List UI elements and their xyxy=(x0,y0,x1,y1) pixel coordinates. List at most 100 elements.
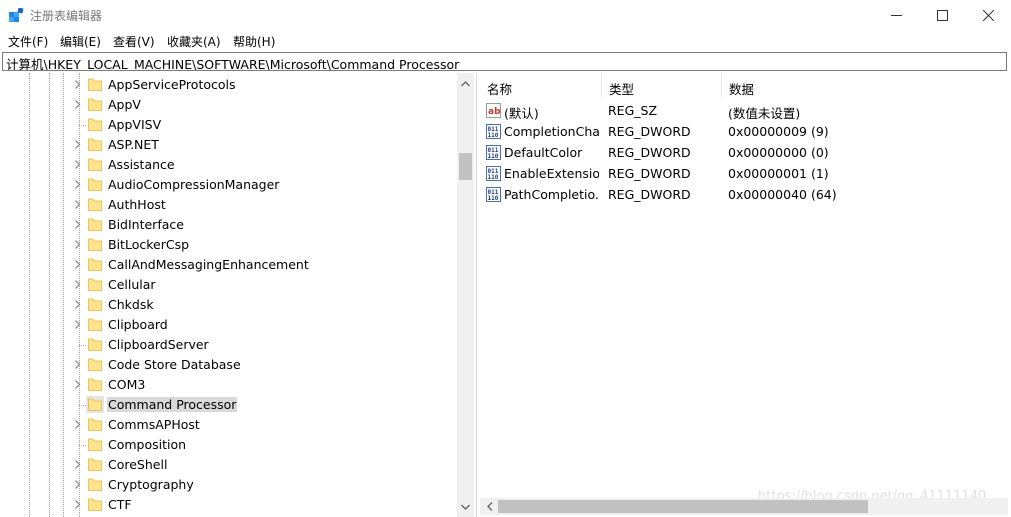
tree-item-label: COM3 xyxy=(108,377,146,392)
tree-item[interactable]: ClipboardServer xyxy=(1,335,457,355)
tree-item[interactable]: AuthHost xyxy=(1,195,457,215)
scroll-left-button[interactable] xyxy=(481,498,498,515)
tree-item[interactable]: Composition xyxy=(1,435,457,455)
chevron-right-icon[interactable] xyxy=(73,260,82,269)
menu-favorites[interactable]: 收藏夹(A) xyxy=(167,33,221,50)
chevron-right-icon[interactable] xyxy=(73,300,82,309)
menu-edit[interactable]: 编辑(E) xyxy=(60,33,101,50)
menu-file[interactable]: 文件(F) xyxy=(8,33,48,50)
registry-tree[interactable]: AppServiceProtocols AppV AppVISV ASP.NET Ass… xyxy=(1,73,477,517)
tree-item[interactable]: BidInterface xyxy=(1,215,457,235)
column-header-type-label: 类型 xyxy=(609,82,635,97)
folder-icon xyxy=(88,238,102,251)
value-type: REG_DWORD xyxy=(608,187,691,202)
value-row[interactable]: 011110EnableExtensio... REG_DWORD 0x000000… xyxy=(480,163,1008,184)
tree-item-label: Composition xyxy=(108,437,187,452)
tree-item[interactable]: CoreShell xyxy=(1,455,457,475)
chevron-left-icon xyxy=(486,502,492,511)
tree-item-label: Command Processor xyxy=(107,397,238,412)
scroll-down-button[interactable] xyxy=(457,498,474,515)
chevron-right-icon[interactable] xyxy=(73,420,82,429)
column-header-data-label: 数据 xyxy=(729,82,755,97)
minimize-icon xyxy=(890,15,902,16)
tree-item[interactable]: Assistance xyxy=(1,155,457,175)
folder-icon xyxy=(88,118,102,131)
scroll-up-button[interactable] xyxy=(457,75,474,92)
tree-item[interactable]: CTF xyxy=(1,495,457,515)
tree-item-label: CallAndMessagingEnhancement xyxy=(108,257,309,272)
values-scroll-thumb[interactable] xyxy=(498,500,868,513)
value-name: DefaultColor xyxy=(504,145,583,160)
string-value-icon: ab xyxy=(486,103,501,118)
tree-item[interactable]: AppVISV xyxy=(1,115,457,135)
tree-item[interactable]: AppServiceProtocols xyxy=(1,75,457,95)
value-type: REG_DWORD xyxy=(608,166,691,181)
maximize-button[interactable] xyxy=(919,0,965,31)
value-name: (默认) xyxy=(504,106,539,121)
tree-item[interactable]: Clipboard xyxy=(1,315,457,335)
menu-view[interactable]: 查看(V) xyxy=(113,33,155,50)
chevron-right-icon[interactable] xyxy=(73,140,82,149)
tree-item-label: ASP.NET xyxy=(108,137,159,152)
value-row[interactable]: ab (默认) REG_SZ (数值未设置) xyxy=(480,100,1008,121)
tree-item[interactable]: Code Store Database xyxy=(1,355,457,375)
address-bar[interactable]: 计算机\HKEY_LOCAL_MACHINE\SOFTWARE\Microsof… xyxy=(2,52,1007,71)
value-type: REG_SZ xyxy=(608,103,658,118)
tree-item[interactable]: AppV xyxy=(1,95,457,115)
chevron-right-icon[interactable] xyxy=(73,500,82,509)
tree-connector xyxy=(79,445,86,446)
values-horizontal-scrollbar[interactable] xyxy=(480,498,1008,515)
chevron-right-icon[interactable] xyxy=(73,460,82,469)
chevron-right-icon[interactable] xyxy=(73,100,82,109)
tree-item[interactable]: ASP.NET xyxy=(1,135,457,155)
chevron-right-icon[interactable] xyxy=(73,160,82,169)
tree-item-label: ClipboardServer xyxy=(108,337,209,352)
column-header-data[interactable]: 数据 xyxy=(722,73,1008,97)
tree-item-label: AudioCompressionManager xyxy=(108,177,280,192)
svg-text:110: 110 xyxy=(488,153,499,160)
menu-help[interactable]: 帮助(H) xyxy=(233,33,275,50)
svg-text:ab: ab xyxy=(488,107,501,117)
tree-item[interactable]: CallAndMessagingEnhancement xyxy=(1,255,457,275)
chevron-right-icon[interactable] xyxy=(73,240,82,249)
value-row[interactable]: 011 110 CompletionChar REG_DWORD 0x00000009 … xyxy=(480,121,1008,142)
chevron-right-icon[interactable] xyxy=(73,320,82,329)
tree-item[interactable]: CommsAPHost xyxy=(1,415,457,435)
folder-icon xyxy=(88,498,102,511)
chevron-right-icon[interactable] xyxy=(73,200,82,209)
chevron-right-icon[interactable] xyxy=(73,380,82,389)
column-header-type[interactable]: 类型 xyxy=(602,73,722,97)
tree-item-label: CTF xyxy=(108,497,132,512)
chevron-right-icon[interactable] xyxy=(73,180,82,189)
close-button[interactable] xyxy=(965,0,1011,31)
chevron-up-icon xyxy=(461,80,470,86)
tree-item-label: AppV xyxy=(108,97,141,112)
chevron-right-icon[interactable] xyxy=(73,220,82,229)
title-bar[interactable]: 注册表编辑器 xyxy=(0,0,1011,31)
folder-icon xyxy=(88,158,102,171)
folder-icon xyxy=(88,438,102,451)
value-row[interactable]: 011 110 DefaultColor REG_DWORD 0x00000000 (0… xyxy=(480,142,1008,163)
column-header-name[interactable]: 名称 xyxy=(480,73,602,97)
tree-item[interactable]: AudioCompressionManager xyxy=(1,175,457,195)
tree-item-label: BidInterface xyxy=(108,217,184,232)
tree-item[interactable]: Cellular xyxy=(1,275,457,295)
values-list[interactable]: 名称 类型 数据 ab (默认) REG_SZ (数值未设置) 011 110 Comple… xyxy=(480,73,1008,517)
tree-scrollbar[interactable] xyxy=(457,73,474,517)
tree-item[interactable]: Chkdsk xyxy=(1,295,457,315)
minimize-button[interactable] xyxy=(873,0,919,31)
tree-item[interactable]: COM3 xyxy=(1,375,457,395)
chevron-right-icon[interactable] xyxy=(73,280,82,289)
svg-text:110: 110 xyxy=(488,174,499,181)
tree-item[interactable]: Command Processor xyxy=(1,395,457,415)
tree-item[interactable]: Cryptography xyxy=(1,475,457,495)
chevron-right-icon[interactable] xyxy=(73,360,82,369)
tree-item[interactable]: BitLockerCsp xyxy=(1,235,457,255)
folder-icon xyxy=(88,298,102,311)
chevron-right-icon[interactable] xyxy=(73,480,82,489)
value-name: CompletionChar xyxy=(504,124,599,139)
tree-scroll-thumb[interactable] xyxy=(459,153,472,180)
value-name: EnableExtensio... xyxy=(504,166,599,181)
value-row[interactable]: 011 110 PathCompletio... REG_DWORD 0x0000004… xyxy=(480,184,1008,205)
chevron-right-icon[interactable] xyxy=(73,80,82,89)
